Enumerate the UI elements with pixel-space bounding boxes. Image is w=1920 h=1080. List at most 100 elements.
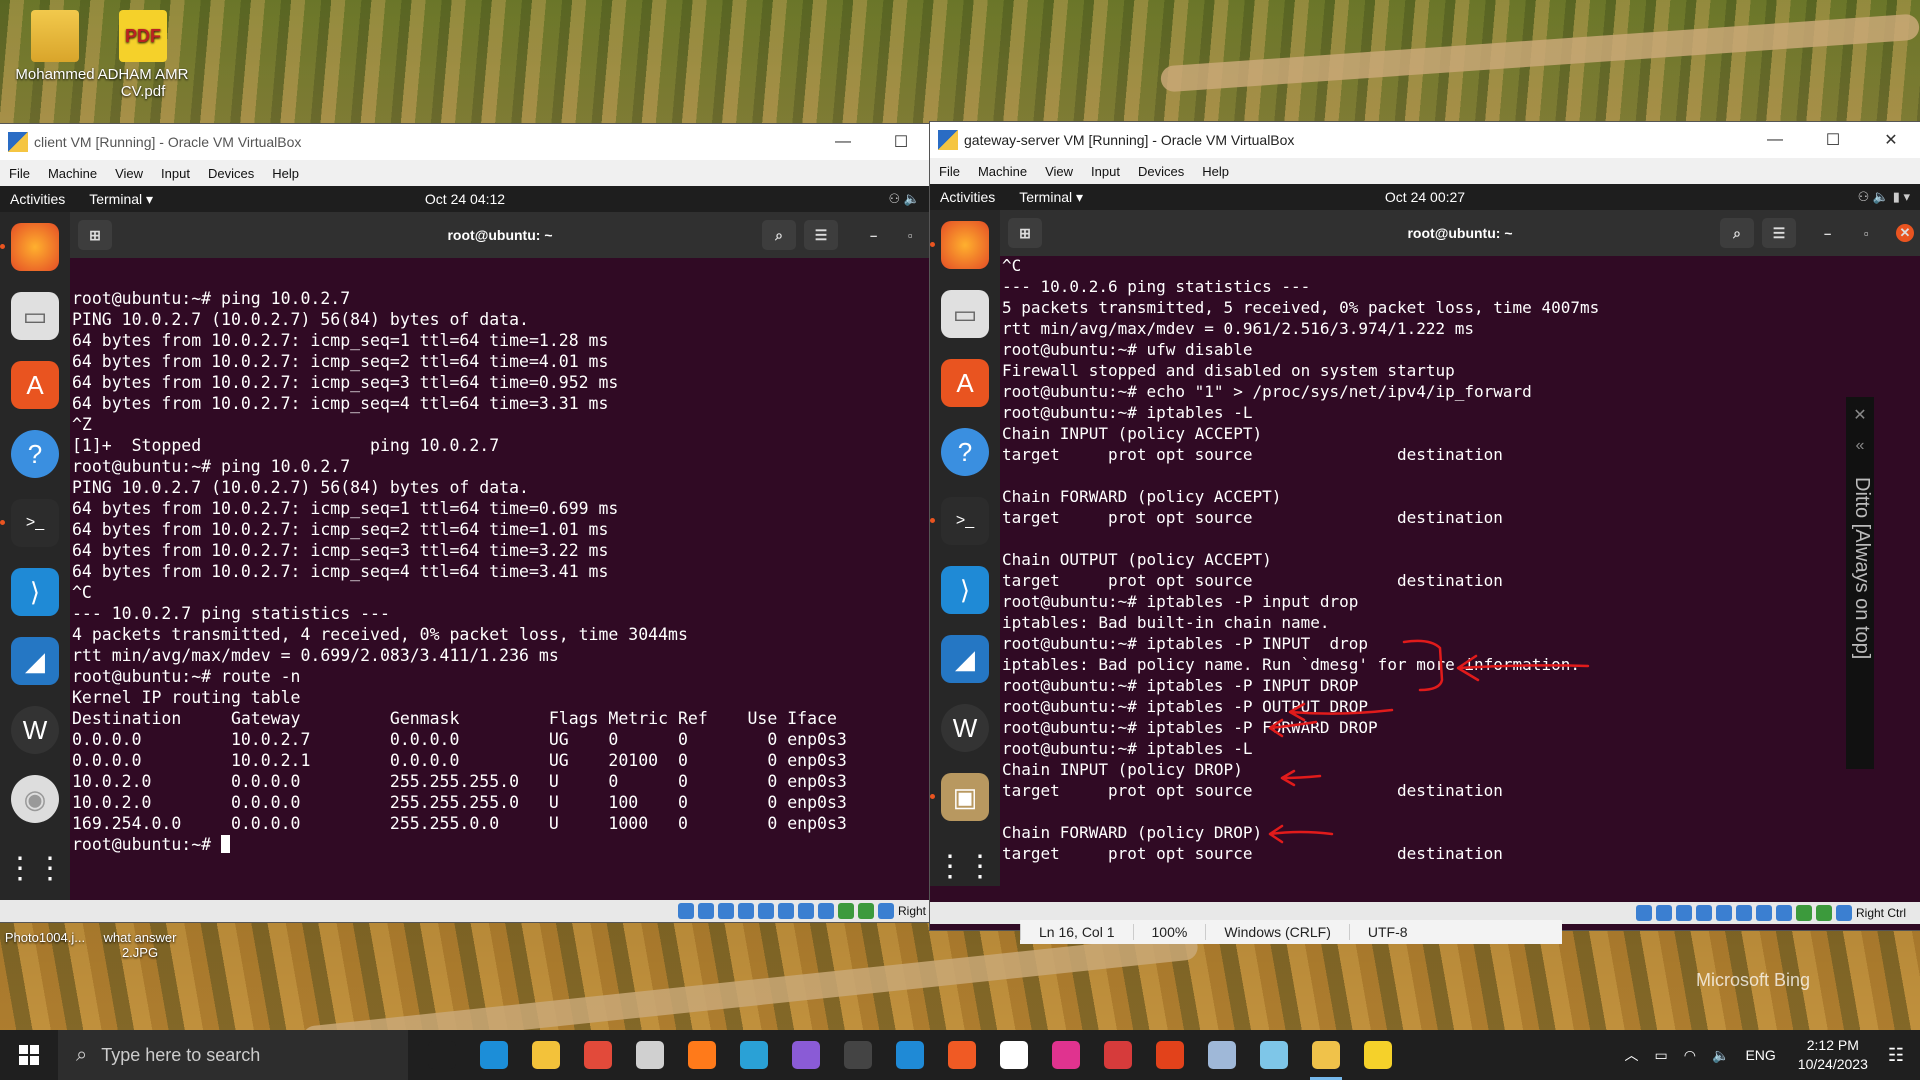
minimize-button[interactable]: — (1746, 122, 1804, 158)
terminal-icon[interactable]: >_ (930, 497, 989, 545)
menu-machine[interactable]: Machine (39, 166, 106, 181)
desktop-icon-photo[interactable]: Photo1004.j... (0, 930, 90, 945)
terminal-output[interactable]: root@ubuntu:~# ping 10.0.2.7 PING 10.0.2.… (72, 278, 930, 910)
taskbar-clock[interactable]: 2:12 PM 10/24/2023 (1798, 1036, 1868, 1074)
status-mouse-icon[interactable] (1815, 905, 1832, 921)
disc-icon[interactable]: ◉ (11, 775, 59, 823)
firefox-icon[interactable] (0, 223, 59, 271)
wireshark-icon[interactable]: ◢ (941, 635, 989, 683)
maximize-icon[interactable]: ▫ (1864, 226, 1869, 241)
hamburger-menu-icon[interactable]: ☰ (804, 220, 838, 250)
status-recording-icon[interactable] (1775, 905, 1792, 921)
taskbar-app[interactable] (1248, 1030, 1300, 1080)
vscode-icon[interactable]: ⟩ (11, 568, 59, 616)
zoom-level[interactable]: 100% (1132, 924, 1206, 940)
taskbar-app[interactable] (1040, 1030, 1092, 1080)
close-icon[interactable]: ✕ (1846, 405, 1874, 425)
gnome-clock[interactable]: Oct 24 04:12 (425, 191, 505, 207)
help-icon[interactable]: ? (11, 430, 59, 478)
menu-file[interactable]: File (930, 164, 969, 179)
desktop-icon-pdf[interactable]: PDF ADHAM AMR CV.pdf (88, 10, 198, 100)
taskbar-app[interactable] (988, 1030, 1040, 1080)
maximize-button[interactable]: ☐ (872, 124, 930, 160)
terminal-headerbar[interactable]: ⊞ root@ubuntu: ~ ⌕ ☰ – ▫ (70, 212, 930, 258)
network-icon[interactable]: ⚇ 🔈 (889, 191, 920, 207)
status-cpu-icon[interactable] (837, 903, 854, 919)
taskbar-app[interactable] (884, 1030, 936, 1080)
wireshark-icon[interactable]: ◢ (11, 637, 59, 685)
minimize-button[interactable]: — (814, 124, 872, 160)
minimize-icon[interactable]: – (870, 228, 877, 243)
wifi-icon[interactable]: ◠ (1684, 1047, 1696, 1064)
new-tab-icon[interactable]: ⊞ (1008, 218, 1042, 248)
terminal-output[interactable]: ^C --- 10.0.2.6 ping statistics --- 5 pack… (1002, 256, 1920, 886)
maximize-button[interactable]: ☐ (1804, 122, 1862, 158)
taskbar-app[interactable] (468, 1030, 520, 1080)
status-shared-folder-icon[interactable] (1735, 905, 1752, 921)
status-keyboard-icon[interactable] (1835, 905, 1852, 921)
encoding[interactable]: UTF-8 (1348, 924, 1426, 940)
start-button[interactable] (0, 1030, 58, 1080)
system-tray-icons[interactable]: ⚇ 🔈 ▮ ▾ (1858, 189, 1910, 205)
software-store-icon[interactable]: A (11, 361, 59, 409)
status-usb-icon[interactable] (1715, 905, 1732, 921)
activities-button[interactable]: Activities (930, 189, 995, 205)
taskbar-app[interactable] (416, 1030, 468, 1080)
new-tab-icon[interactable]: ⊞ (78, 220, 112, 250)
taskbar-search-box[interactable]: ⌕ Type here to search (58, 1030, 408, 1080)
vscode-icon[interactable]: ⟩ (941, 566, 989, 614)
desktop-icon-image[interactable]: what answer 2.JPG (90, 930, 190, 960)
status-storage-icon[interactable] (677, 903, 694, 919)
status-optical-icon[interactable] (1655, 905, 1672, 921)
hamburger-menu-icon[interactable]: ☰ (1762, 218, 1796, 248)
menu-help[interactable]: Help (1193, 164, 1238, 179)
status-optical-icon[interactable] (697, 903, 714, 919)
terminal-icon[interactable]: >_ (0, 499, 59, 547)
menu-help[interactable]: Help (263, 166, 308, 181)
minimize-icon[interactable]: – (1824, 226, 1831, 241)
menu-input[interactable]: Input (152, 166, 199, 181)
close-button[interactable]: ✕ (1862, 122, 1920, 158)
taskbar-app[interactable] (1092, 1030, 1144, 1080)
wireguard-icon[interactable]: W (11, 706, 59, 754)
files-icon[interactable]: ▭ (941, 290, 989, 338)
gateway-vm-titlebar[interactable]: gateway-server VM [Running] - Oracle VM … (930, 122, 1920, 158)
taskbar-app[interactable] (1144, 1030, 1196, 1080)
menu-input[interactable]: Input (1082, 164, 1129, 179)
menu-view[interactable]: View (1036, 164, 1082, 179)
search-icon[interactable]: ⌕ (1720, 218, 1754, 248)
menu-devices[interactable]: Devices (199, 166, 263, 181)
terminal-app-menu[interactable]: Terminal ▾ (1019, 189, 1083, 206)
taskbar-app[interactable] (572, 1030, 624, 1080)
status-network-icon[interactable] (1695, 905, 1712, 921)
wireguard-icon[interactable]: W (941, 704, 989, 752)
maximize-icon[interactable]: ▫ (908, 228, 913, 243)
status-audio-icon[interactable] (1675, 905, 1692, 921)
status-usb-icon[interactable] (757, 903, 774, 919)
taskbar-app[interactable] (1196, 1030, 1248, 1080)
package-installer-icon[interactable]: ▣ (930, 773, 989, 821)
files-icon[interactable]: ▭ (11, 292, 59, 340)
taskbar-app[interactable] (832, 1030, 884, 1080)
software-store-icon[interactable]: A (941, 359, 989, 407)
status-recording-icon[interactable] (817, 903, 834, 919)
show-hidden-icons-icon[interactable]: ︿ (1625, 1045, 1639, 1065)
menu-file[interactable]: File (0, 166, 39, 181)
collapse-icon[interactable]: « (1846, 437, 1874, 455)
status-network-icon[interactable] (737, 903, 754, 919)
volume-icon[interactable]: 🔈 (1712, 1047, 1729, 1064)
menu-view[interactable]: View (106, 166, 152, 181)
taskbar-app[interactable] (1300, 1030, 1352, 1080)
taskbar-app[interactable] (520, 1030, 572, 1080)
language-indicator[interactable]: ENG (1745, 1047, 1775, 1063)
show-apps-icon[interactable]: ⋮⋮ (5, 844, 65, 892)
status-shared-folder-icon[interactable] (777, 903, 794, 919)
status-keyboard-icon[interactable] (877, 903, 894, 919)
taskbar-app[interactable] (780, 1030, 832, 1080)
terminal-prompt[interactable]: root@ubuntu:~# (72, 834, 930, 855)
notifications-icon[interactable]: ☷ (1888, 1045, 1904, 1066)
show-apps-icon[interactable]: ⋮⋮ (935, 842, 995, 890)
status-storage-icon[interactable] (1635, 905, 1652, 921)
taskbar-app[interactable] (1352, 1030, 1404, 1080)
battery-icon[interactable]: ▭ (1655, 1047, 1668, 1064)
